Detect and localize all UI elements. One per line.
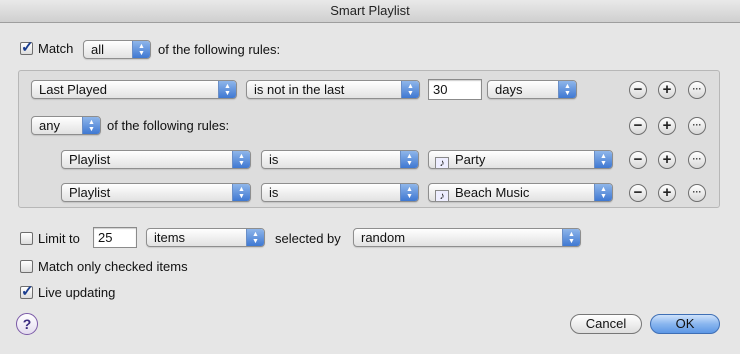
limit-unit-popup[interactable]: items ▲ ▼ xyxy=(146,228,265,247)
rule1-value-field[interactable]: 30 xyxy=(428,79,482,100)
popup-arrows-icon: ▲ ▼ xyxy=(82,117,100,134)
window-title: Smart Playlist xyxy=(0,0,740,23)
rule3-operator-value: is xyxy=(269,152,279,167)
match-mode-popup[interactable]: all ▲ ▼ xyxy=(83,40,151,59)
match-only-checked-label: Match only checked items xyxy=(38,259,188,274)
nested-mode-popup[interactable]: any ▲ ▼ xyxy=(31,116,101,135)
rule4-add-button[interactable]: + xyxy=(658,184,676,202)
popup-arrows-icon: ▲ ▼ xyxy=(246,229,264,246)
match-label: Match xyxy=(38,41,74,56)
rule4-value-popup[interactable]: ♪ Beach Music ▲ ▼ xyxy=(428,183,613,202)
selected-by-label: selected by xyxy=(275,231,341,246)
match-row: ✓ Match xyxy=(20,39,74,56)
popup-arrows-icon: ▲ ▼ xyxy=(401,81,419,98)
rule4-operator-popup[interactable]: is ▲ ▼ xyxy=(261,183,419,202)
selected-by-popup[interactable]: random ▲ ▼ xyxy=(353,228,581,247)
nested-mode-value: any xyxy=(39,118,60,133)
nested-add-button[interactable]: + xyxy=(658,117,676,135)
popup-arrows-icon: ▲ ▼ xyxy=(562,229,580,246)
rule4-more-button[interactable]: ··· xyxy=(688,184,706,202)
popup-arrows-icon: ▲ ▼ xyxy=(594,151,612,168)
rule4-field-popup[interactable]: Playlist ▲ ▼ xyxy=(61,183,251,202)
limit-row: Limit to xyxy=(20,231,80,246)
nested-remove-button[interactable]: − xyxy=(629,117,647,135)
rule1-operator-value: is not in the last xyxy=(254,82,345,97)
rule1-unit-value: days xyxy=(495,82,523,97)
check-icon: ✓ xyxy=(21,39,34,56)
selected-by-value: random xyxy=(361,230,406,245)
popup-arrows-icon: ▲ ▼ xyxy=(558,81,576,98)
rule4-remove-button[interactable]: − xyxy=(629,184,647,202)
live-updating-label: Live updating xyxy=(38,285,116,300)
rule4-value: Beach Music xyxy=(455,185,530,200)
popup-arrows-icon: ▲ ▼ xyxy=(400,184,418,201)
rule3-operator-popup[interactable]: is ▲ ▼ xyxy=(261,150,419,169)
playlist-icon: ♪ xyxy=(435,190,449,201)
rule4-field-value: Playlist xyxy=(69,185,111,200)
rule1-field-popup[interactable]: Last Played ▲ ▼ xyxy=(31,80,237,99)
rule1-operator-popup[interactable]: is not in the last ▲ ▼ xyxy=(246,80,420,99)
match-suffix: of the following rules: xyxy=(158,42,281,57)
match-mode-value: all xyxy=(91,42,105,57)
popup-arrows-icon: ▲ ▼ xyxy=(218,81,236,98)
nested-suffix: of the following rules: xyxy=(107,118,230,133)
rule4-operator-value: is xyxy=(269,185,279,200)
rule1-more-button[interactable]: ··· xyxy=(688,81,706,99)
rule3-remove-button[interactable]: − xyxy=(629,151,647,169)
limit-unit-value: items xyxy=(154,230,186,245)
rule1-unit-popup[interactable]: days ▲ ▼ xyxy=(487,80,577,99)
help-button[interactable]: ? xyxy=(16,313,38,335)
limit-label: Limit to xyxy=(38,231,80,246)
ok-button[interactable]: OK xyxy=(650,314,720,334)
rule3-field-popup[interactable]: Playlist ▲ ▼ xyxy=(61,150,251,169)
match-only-checked-checkbox[interactable] xyxy=(20,260,33,273)
popup-arrows-icon: ▲ ▼ xyxy=(232,184,250,201)
match-only-checked-row: Match only checked items xyxy=(20,259,188,274)
live-updating-row: ✓ Live updating xyxy=(20,283,116,300)
rule3-add-button[interactable]: + xyxy=(658,151,676,169)
nested-more-button[interactable]: ··· xyxy=(688,117,706,135)
rule3-more-button[interactable]: ··· xyxy=(688,151,706,169)
rule1-remove-button[interactable]: − xyxy=(629,81,647,99)
rule3-value: Party xyxy=(455,152,486,167)
limit-value-field[interactable]: 25 xyxy=(93,227,137,248)
rule3-field-value: Playlist xyxy=(69,152,111,167)
rule1-add-button[interactable]: + xyxy=(658,81,676,99)
check-icon: ✓ xyxy=(21,283,34,300)
playlist-icon: ♪ xyxy=(435,157,449,168)
popup-arrows-icon: ▲ ▼ xyxy=(232,151,250,168)
limit-checkbox[interactable] xyxy=(20,232,33,245)
popup-arrows-icon: ▲ ▼ xyxy=(400,151,418,168)
popup-arrows-icon: ▲ ▼ xyxy=(132,41,150,58)
match-checkbox[interactable]: ✓ xyxy=(20,39,34,56)
popup-arrows-icon: ▲ ▼ xyxy=(594,184,612,201)
live-updating-checkbox[interactable]: ✓ xyxy=(20,283,34,300)
rule3-value-popup[interactable]: ♪ Party ▲ ▼ xyxy=(428,150,613,169)
cancel-button[interactable]: Cancel xyxy=(570,314,642,334)
rule1-field-value: Last Played xyxy=(39,82,107,97)
